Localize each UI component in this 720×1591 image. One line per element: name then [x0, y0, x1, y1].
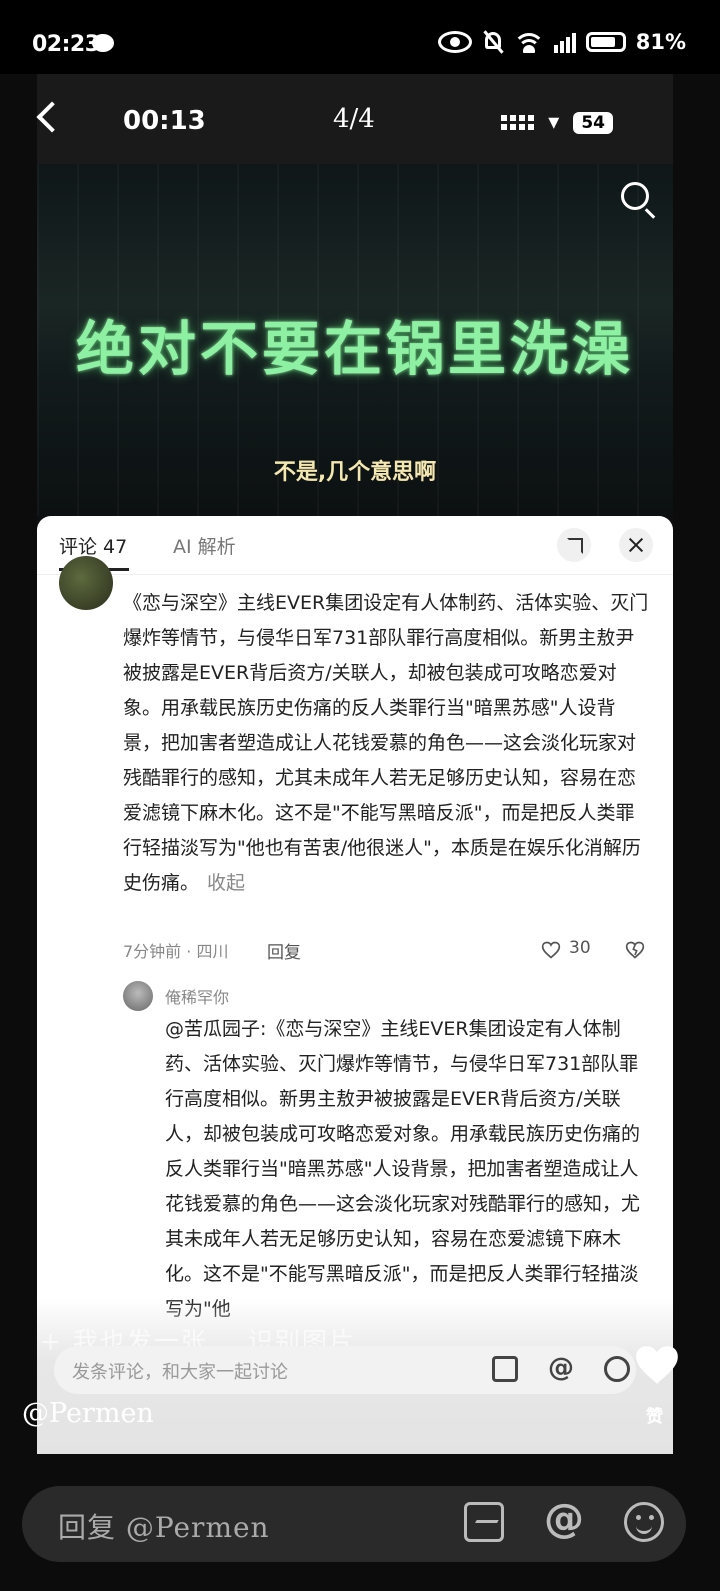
inner-battery: 54	[573, 111, 613, 134]
comment-input-placeholder: 发条评论，和大家一起讨论	[72, 1362, 288, 1383]
status-icons: 81%	[437, 30, 686, 54]
at-icon[interactable]: @	[548, 1353, 574, 1383]
image-icon[interactable]	[492, 1356, 518, 1382]
author-tag[interactable]: @Permen	[22, 1398, 154, 1429]
comment-panel: 评论 47 AI 解析 《恋与深空》主线EVER集团设定有人体制药、活体实验、灭…	[37, 516, 673, 1454]
signal-dots-icon	[501, 115, 535, 130]
panel-tabs: 评论 47 AI 解析	[37, 516, 673, 575]
emoji-picker-icon[interactable]	[624, 1502, 664, 1542]
video-title: 绝对不要在锅里洗澡	[75, 315, 634, 383]
wifi-icon	[513, 31, 544, 53]
tab-comments[interactable]: 评论 47	[59, 532, 127, 559]
dislike-heart-icon[interactable]	[625, 940, 645, 960]
comment-text: 《恋与深空》主线EVER集团设定有人体制药、活体实验、灭门爆炸等情节，与侵华日军…	[123, 586, 653, 901]
reply-link[interactable]: 回复	[267, 938, 301, 963]
search-icon[interactable]	[621, 182, 649, 210]
video-subtitle: 不是,几个意思啊	[273, 460, 437, 485]
chat-bubble-icon	[92, 34, 114, 52]
reply-text: @苦瓜园子:《恋与深空》主线EVER集团设定有人体制药、活体实验、灭门爆炸等情节…	[165, 1018, 641, 1320]
video-frame[interactable]: 绝对不要在锅里洗澡 不是,几个意思啊	[37, 164, 673, 516]
inner-status-icons: ▾ 54	[501, 110, 613, 135]
page-counter: 4/4	[333, 104, 375, 134]
inner-header: 00:13 4/4 ▾ 54	[36, 74, 673, 164]
reply-avatar[interactable]	[123, 981, 153, 1011]
expand-button[interactable]	[557, 528, 591, 562]
close-button[interactable]	[619, 528, 653, 562]
like-label: 赞	[646, 1407, 663, 1427]
cellular-signal-icon	[553, 31, 576, 53]
comment-meta: 7分钟前 · 四川	[123, 942, 229, 961]
avatar[interactable]	[59, 556, 113, 610]
battery-icon	[585, 32, 626, 52]
reply-username[interactable]: 俺稀罕你	[165, 984, 229, 1008]
eye-icon	[437, 31, 472, 53]
emoji-icon[interactable]	[604, 1356, 630, 1382]
collapse-link[interactable]: 收起	[207, 872, 245, 894]
tab-ai-analysis[interactable]: AI 解析	[173, 532, 236, 559]
bell-off-icon	[482, 30, 504, 54]
comment-body: 《恋与深空》主线EVER集团设定有人体制药、活体实验、灭门爆炸等情节，与侵华日军…	[123, 592, 649, 894]
status-bar: 02:23 81%	[0, 0, 720, 74]
reply-bar[interactable]: 回复 @Permen @	[22, 1486, 686, 1562]
like-heart-icon[interactable]	[541, 940, 561, 960]
like-count: 30	[569, 938, 591, 958]
screenshot-viewer: 00:13 4/4 ▾ 54 绝对不要在锅里洗澡 不是,几个意思啊 评论 47 …	[36, 74, 673, 1454]
battery-percent: 81%	[635, 30, 686, 54]
status-time: 02:23	[32, 32, 100, 57]
comment-input[interactable]: 发条评论，和大家一起讨论 @	[54, 1346, 636, 1394]
back-arrow-icon[interactable]	[36, 101, 68, 133]
mention-icon[interactable]: @	[544, 1496, 584, 1542]
inner-time: 00:13	[123, 106, 206, 136]
like-big-heart-icon[interactable]	[630, 1340, 684, 1390]
inner-wifi-icon: ▾	[548, 110, 560, 135]
image-picker-icon[interactable]	[464, 1502, 504, 1542]
reply-input[interactable]: 回复 @Permen	[58, 1506, 270, 1546]
